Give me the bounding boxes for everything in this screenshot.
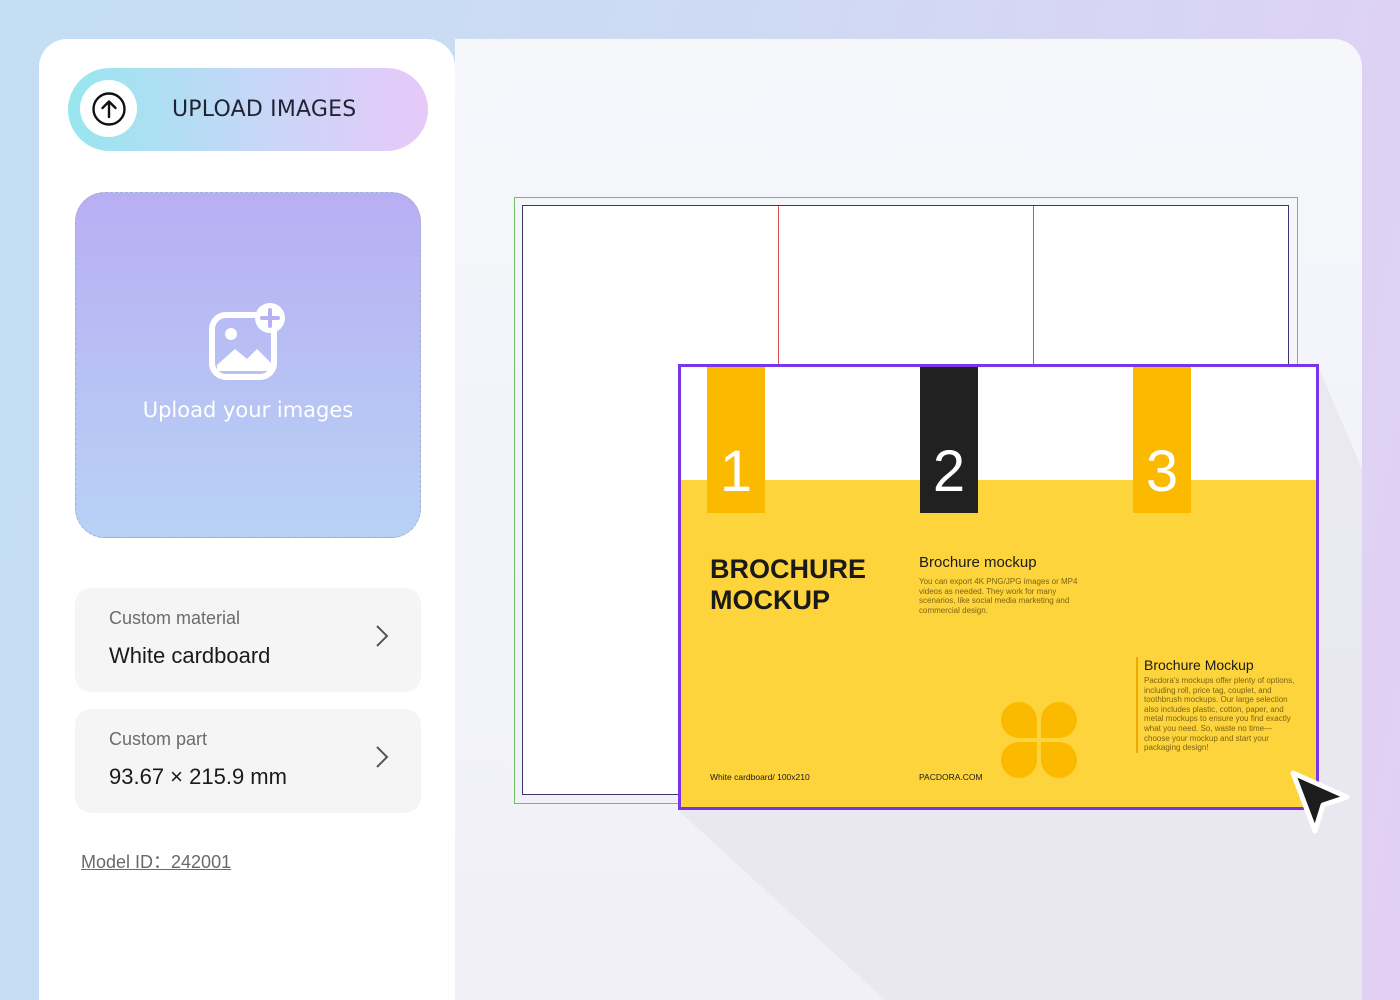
chevron-right-icon bbox=[375, 745, 389, 773]
brochure-side-title: Brochure Mockup bbox=[1144, 657, 1254, 673]
material-label: Custom material bbox=[109, 608, 241, 628]
material-value: White cardboard bbox=[109, 643, 271, 668]
brochure-tab-3: 3 bbox=[1133, 367, 1191, 513]
brochure-footer-site: PACDORA.COM bbox=[919, 772, 983, 782]
upload-icon bbox=[80, 80, 137, 137]
brochure-title: BROCHURE MOCKUP bbox=[710, 554, 867, 615]
image-dropzone[interactable]: Upload your images bbox=[75, 192, 421, 538]
mouse-pointer-icon bbox=[1289, 769, 1353, 843]
upload-images-button[interactable]: UPLOAD IMAGES bbox=[68, 68, 428, 151]
brochure-tab-2: 2 bbox=[920, 367, 978, 513]
brochure-side-description: Pacdora's mockups offer plenty of option… bbox=[1144, 676, 1295, 753]
tab-number: 3 bbox=[1145, 439, 1179, 504]
brochure-footer-material: White cardboard/ 100x210 bbox=[710, 772, 810, 782]
custom-material-selector[interactable]: Custom material White cardboard bbox=[75, 588, 421, 692]
brochure-side-block: Brochure Mockup Pacdora's mockups offer … bbox=[1136, 657, 1296, 753]
image-plus-icon bbox=[207, 301, 289, 387]
tab-number: 2 bbox=[932, 439, 966, 504]
part-label: Custom part bbox=[109, 729, 208, 749]
upload-button-label: UPLOAD IMAGES bbox=[172, 97, 357, 122]
custom-part-selector[interactable]: Custom part 93.67 × 215.9 mm bbox=[75, 709, 421, 813]
dropzone-text: Upload your images bbox=[142, 398, 354, 422]
brochure-subtitle: Brochure mockup bbox=[919, 554, 1037, 571]
part-value: 93.67 × 215.9 mm bbox=[109, 764, 287, 789]
sidebar: UPLOAD IMAGES Upload your images Custom … bbox=[39, 39, 455, 1000]
tab-number: 1 bbox=[719, 439, 753, 504]
brochure-artwork[interactable]: 1 2 3 BROCHURE MOCKUP Brochure mockup Yo… bbox=[678, 364, 1319, 810]
chevron-right-icon bbox=[375, 624, 389, 652]
model-id-link[interactable]: Model ID：242001 bbox=[81, 848, 231, 874]
design-canvas[interactable]: 1 2 3 BROCHURE MOCKUP Brochure mockup Yo… bbox=[455, 39, 1362, 1000]
pacdora-logo-icon bbox=[999, 700, 1079, 784]
brochure-description: You can export 4K PNG/JPG images or MP4 … bbox=[919, 577, 1078, 615]
brochure-tab-1: 1 bbox=[707, 367, 765, 513]
